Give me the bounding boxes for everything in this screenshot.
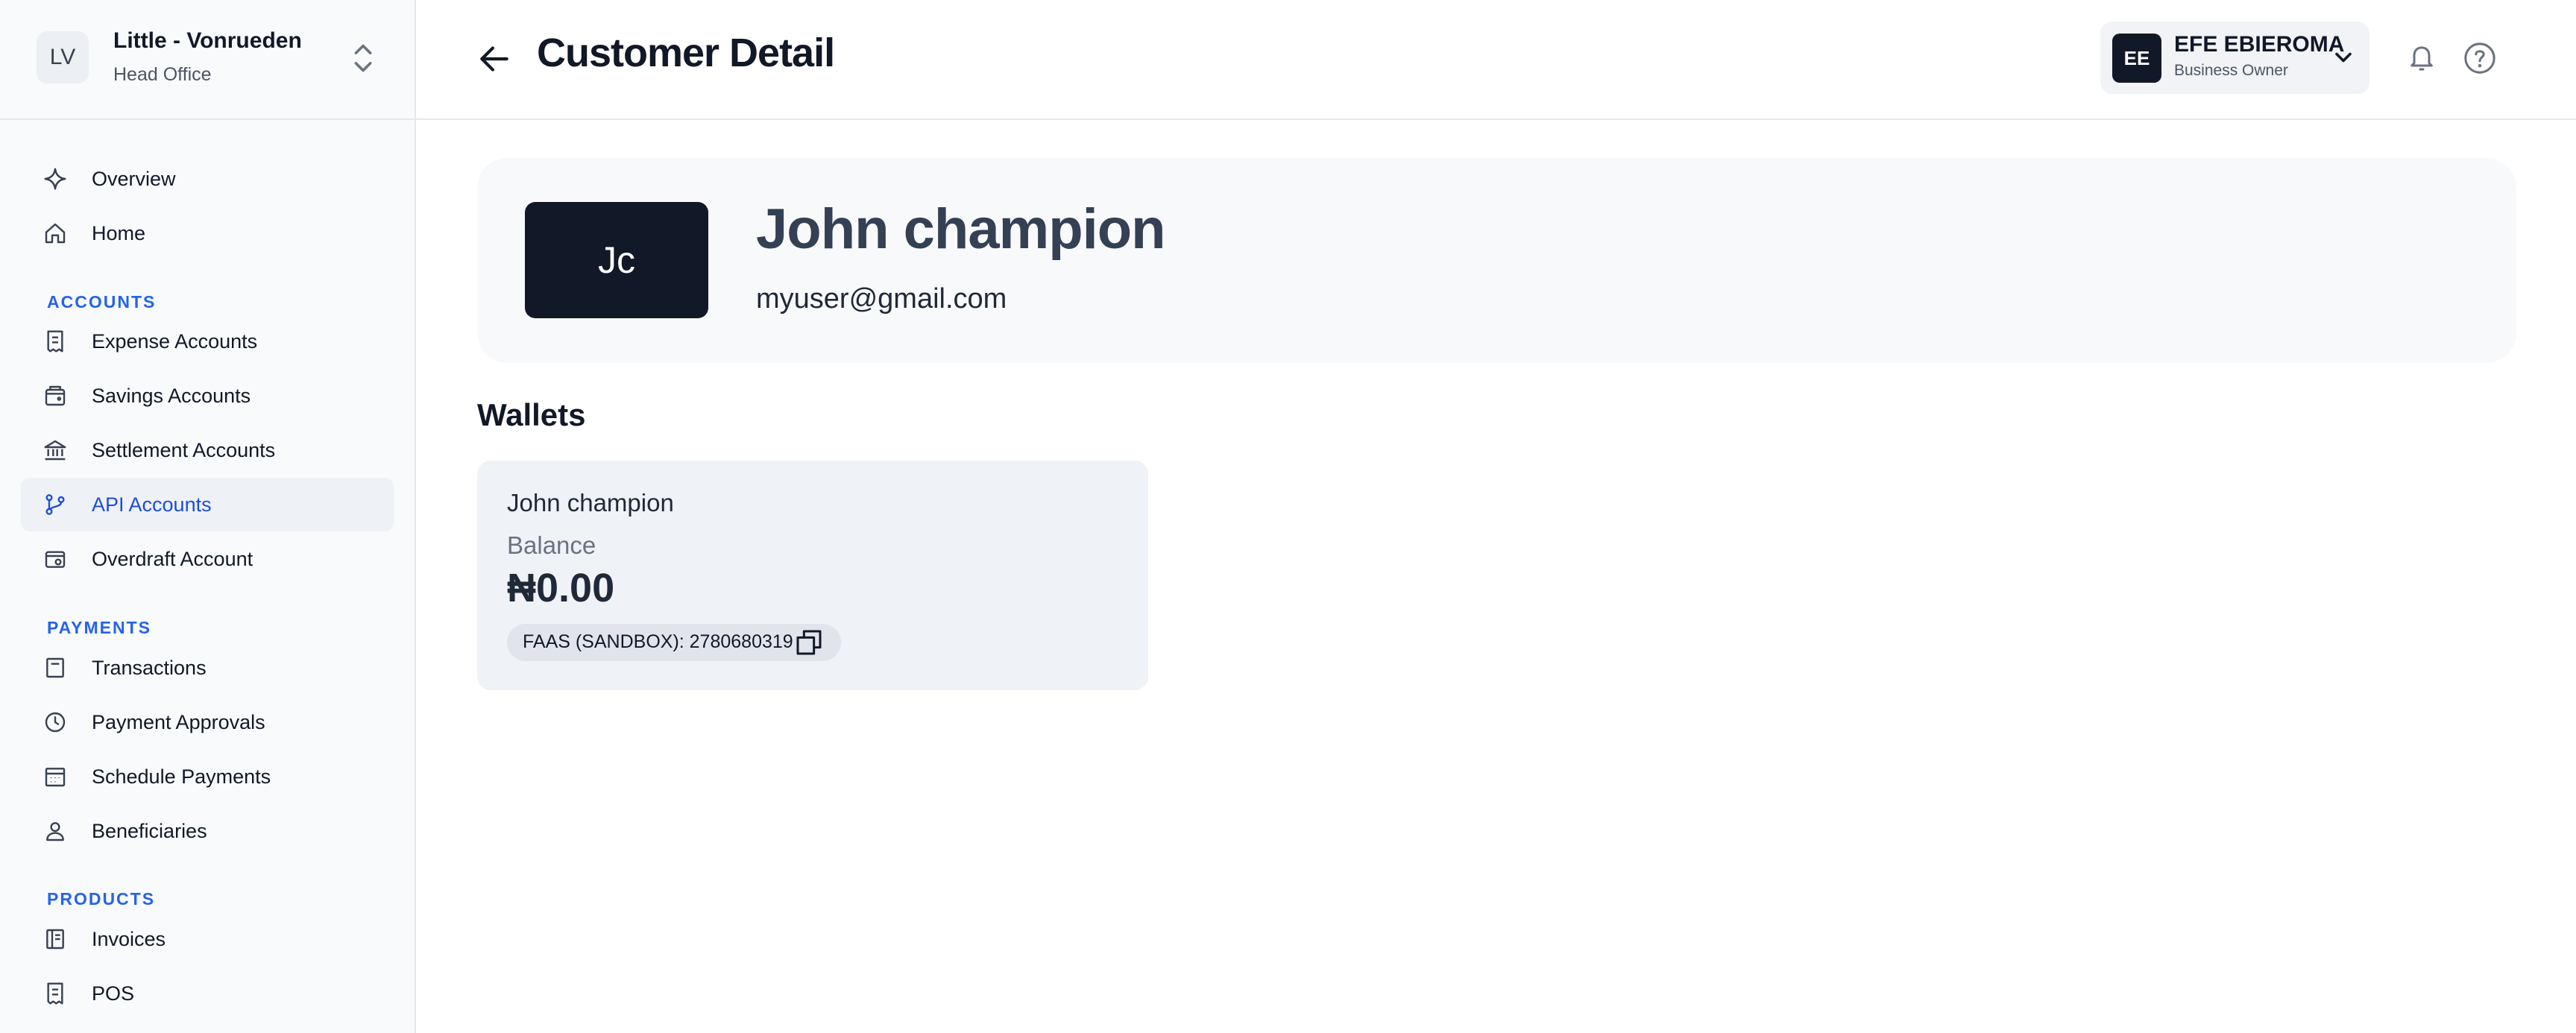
help-icon[interactable] xyxy=(2463,41,2497,75)
sidebar: LV Little - Vonrueden Head Office Overvi… xyxy=(0,0,416,1033)
sidebar-item-pos[interactable]: POS xyxy=(21,967,394,1020)
customer-name: John champion xyxy=(756,198,1166,261)
wallet-name: John champion xyxy=(507,489,674,516)
sidebar-item-beneficiaries[interactable]: Beneficiaries xyxy=(21,804,394,858)
org-avatar: LV xyxy=(37,31,89,83)
sparkle-icon xyxy=(43,167,67,191)
sidebar-item-label: Savings Accounts xyxy=(92,384,251,407)
sidebar-item-label: API Accounts xyxy=(92,493,212,516)
wallet-icon xyxy=(43,384,67,408)
receipt-icon xyxy=(43,982,67,1005)
user-icon xyxy=(43,819,67,843)
user-name: EFE EBIEROMA xyxy=(2174,32,2345,57)
customer-avatar: Jc xyxy=(525,202,708,318)
sidebar-item-label: Schedule Payments xyxy=(92,765,271,788)
balance-value: ₦0.00 xyxy=(507,566,615,610)
card-icon xyxy=(43,547,67,571)
sidebar-item-label: Payment Approvals xyxy=(92,710,265,733)
balance-label: Balance xyxy=(507,531,596,559)
sidebar-item-label: Transactions xyxy=(92,656,207,679)
sidebar-item-invoices[interactable]: Invoices xyxy=(21,912,394,966)
wallet-card: John champion Balance ₦0.00 FAAS (SANDBO… xyxy=(477,461,1148,690)
calendar-icon xyxy=(43,765,67,789)
sidebar-item-label: Expense Accounts xyxy=(92,329,258,353)
document-icon xyxy=(43,656,67,680)
sidebar-item-label: Overdraft Account xyxy=(92,547,253,570)
section-heading-payments: PAYMENTS xyxy=(47,618,151,637)
home-icon xyxy=(43,221,67,245)
sidebar-item-overview[interactable]: Overview xyxy=(21,152,394,206)
sidebar-item-payment-approvals[interactable]: Payment Approvals xyxy=(21,695,394,749)
sidebar-item-savings-accounts[interactable]: Savings Accounts xyxy=(21,369,394,423)
receipt-icon xyxy=(43,329,67,353)
sidebar-item-transactions[interactable]: Transactions xyxy=(21,641,394,695)
sidebar-item-home[interactable]: Home xyxy=(21,206,394,260)
section-heading-products: PRODUCTS xyxy=(47,889,156,909)
section-heading-accounts: ACCOUNTS xyxy=(47,292,157,312)
sidebar-item-label: Invoices xyxy=(92,927,166,950)
customer-email: myuser@gmail.com xyxy=(756,283,1007,315)
user-menu[interactable]: EE EFE EBIEROMA Business Owner xyxy=(2100,22,2369,94)
account-number: FAAS (SANDBOX): 2780680319 xyxy=(523,631,793,652)
sidebar-item-label: Beneficiaries xyxy=(92,819,207,842)
org-switcher[interactable]: LV Little - Vonrueden Head Office xyxy=(0,0,415,120)
customer-profile-card: Jc John champion myuser@gmail.com xyxy=(477,158,2516,363)
sidebar-item-api-accounts[interactable]: API Accounts xyxy=(21,478,394,531)
wallets-heading: Wallets xyxy=(477,397,586,432)
git-branch-icon xyxy=(43,493,67,516)
sidebar-item-label: Settlement Accounts xyxy=(92,438,276,461)
invoice-icon xyxy=(43,927,67,951)
sidebar-item-label: Home xyxy=(92,221,146,244)
sidebar-item-schedule-payments[interactable]: Schedule Payments xyxy=(21,750,394,803)
sidebar-item-expense-accounts[interactable]: Expense Accounts xyxy=(21,315,394,368)
user-role: Business Owner xyxy=(2174,62,2288,79)
org-branch: Head Office xyxy=(113,64,212,85)
bank-icon xyxy=(43,438,67,462)
clock-icon xyxy=(43,710,67,734)
chevron-up-down-icon[interactable] xyxy=(350,42,376,75)
sidebar-item-label: Overview xyxy=(92,167,176,190)
avatar: EE xyxy=(2112,34,2161,83)
account-number-pill: FAAS (SANDBOX): 2780680319 xyxy=(507,624,841,661)
sidebar-item-label: POS xyxy=(92,982,135,1005)
sidebar-item-overdraft-account[interactable]: Overdraft Account xyxy=(21,532,394,586)
page-title: Customer Detail xyxy=(537,31,835,75)
chevron-down-icon[interactable] xyxy=(2330,44,2357,71)
copy-icon[interactable] xyxy=(794,628,824,657)
sidebar-item-settlement-accounts[interactable]: Settlement Accounts xyxy=(21,423,394,477)
org-name: Little - Vonrueden xyxy=(113,28,302,53)
back-arrow-icon[interactable] xyxy=(476,40,513,78)
top-header: Customer Detail EE EFE EBIEROMA Business… xyxy=(416,0,2576,120)
bell-icon[interactable] xyxy=(2407,42,2437,75)
